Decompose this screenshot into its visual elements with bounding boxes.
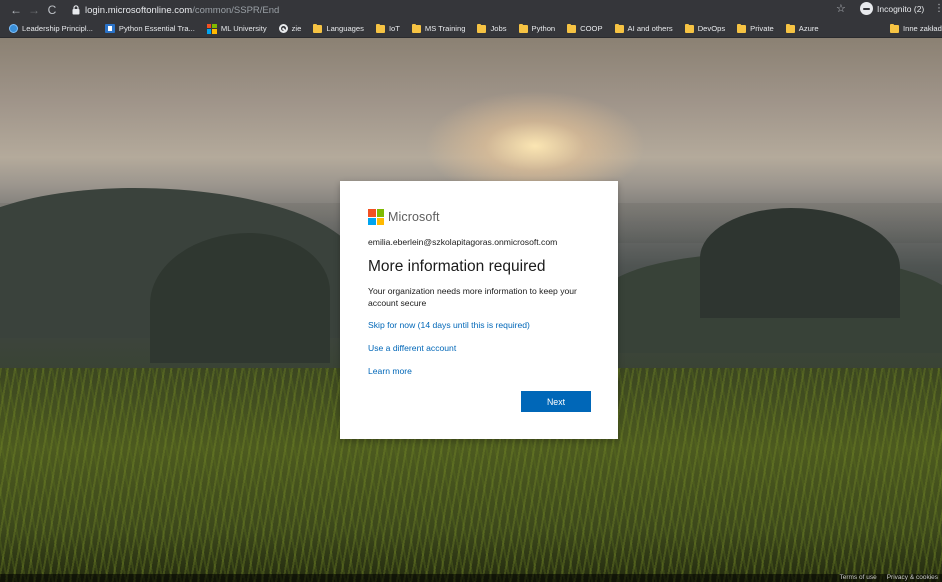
use-different-account-link[interactable]: Use a different account: [368, 343, 456, 353]
bookmark-label: MS Training: [424, 24, 466, 33]
bookmark-folder[interactable]: Azure: [780, 20, 825, 38]
bookmark-label: Inne zakładki: [903, 24, 942, 33]
bookmarks-bar: Leadership Principl... Python Essential …: [0, 20, 942, 38]
brand-name: Microsoft: [388, 210, 440, 224]
bookmark-star-icon[interactable]: ☆: [836, 2, 846, 15]
folder-icon: [567, 23, 577, 33]
browser-toolbar: ← → C login.microsoftonline.com/common/S…: [0, 0, 942, 20]
folder-icon: [518, 23, 528, 33]
profile-label: Incognito (2): [877, 3, 925, 14]
bookmark-label: Python: [531, 24, 556, 33]
back-arrow-icon[interactable]: ←: [7, 1, 25, 19]
bookmark-folder[interactable]: COOP: [561, 20, 608, 38]
bookmark-label: ML University: [220, 24, 267, 33]
folder-icon: [614, 23, 624, 33]
bookmark-item[interactable]: zie: [273, 20, 308, 38]
learn-more-link[interactable]: Learn more: [368, 366, 412, 376]
footer-links: Terms of use Privacy & cookies: [839, 574, 938, 582]
folder-icon: [737, 23, 747, 33]
incognito-icon: [860, 2, 873, 15]
blocked-icon: [278, 24, 288, 33]
bookmark-item[interactable]: Python Essential Tra...: [99, 20, 201, 38]
other-bookmarks-folder[interactable]: Inne zakładki: [884, 20, 942, 38]
bookmark-label: Azure: [798, 24, 819, 33]
account-identity: emilia.eberlein@szkolapitagoras.onmicros…: [368, 237, 558, 247]
python-course-icon: [104, 24, 115, 33]
bookmark-folder[interactable]: IoT: [370, 20, 406, 38]
bookmark-item[interactable]: Leadership Principl...: [0, 20, 99, 38]
forward-arrow-icon[interactable]: →: [25, 1, 43, 19]
more-menu-icon[interactable]: ⋮: [934, 3, 942, 14]
profile-button[interactable]: Incognito (2): [860, 2, 924, 15]
bookmark-label: Jobs: [490, 24, 507, 33]
url-host: login.microsoftonline.com: [85, 4, 193, 16]
bookmark-label: IoT: [388, 24, 400, 33]
microsoft-brand: Microsoft: [368, 209, 440, 225]
bookmark-label: AI and others: [627, 24, 673, 33]
bookmark-folder[interactable]: MS Training: [406, 20, 472, 38]
folder-icon: [785, 23, 795, 33]
bookmark-label: Python Essential Tra...: [118, 24, 195, 33]
bookmark-folder[interactable]: AI and others: [609, 20, 679, 38]
bookmark-folder[interactable]: DevOps: [679, 20, 731, 38]
bookmark-label: Leadership Principl...: [22, 24, 93, 33]
folder-icon: [375, 23, 385, 33]
more-info-dialog: Microsoft emilia.eberlein@szkolapitagora…: [340, 181, 618, 439]
page-title: More information required: [368, 258, 546, 275]
footer-bar: [0, 574, 942, 582]
bookmark-label: zie: [291, 24, 302, 33]
bookmark-label: COOP: [580, 24, 603, 33]
folder-icon: [313, 23, 323, 33]
address-bar[interactable]: login.microsoftonline.com/common/SSPR/En…: [71, 2, 279, 18]
bookmark-folder[interactable]: Languages: [307, 20, 370, 38]
bookmark-label: Languages: [326, 24, 364, 33]
folder-icon: [890, 23, 899, 33]
privacy-link[interactable]: Privacy & cookies: [887, 574, 938, 582]
description-text: Your organization needs more information…: [368, 286, 577, 308]
microsoft-logo-icon: [368, 209, 384, 225]
bookmark-label: DevOps: [697, 24, 726, 33]
skip-for-now-link[interactable]: Skip for now (14 days until this is requ…: [368, 320, 530, 330]
reload-icon[interactable]: C: [43, 1, 61, 19]
ms-squares-icon: [206, 23, 217, 34]
next-button[interactable]: Next: [521, 391, 591, 412]
folder-icon: [477, 23, 487, 33]
bookmark-folder[interactable]: Python: [513, 20, 562, 38]
folder-icon: [411, 23, 421, 33]
terms-link[interactable]: Terms of use: [839, 574, 876, 582]
globe-icon: [9, 24, 18, 33]
bookmark-label: Private: [750, 24, 774, 33]
lock-icon: [71, 4, 81, 16]
bookmark-folder[interactable]: Private: [731, 20, 780, 38]
url-path: /common/SSPR/End: [192, 4, 280, 16]
folder-icon: [684, 23, 694, 33]
bookmark-item[interactable]: ML University: [201, 20, 273, 38]
bookmark-folder[interactable]: Jobs: [471, 20, 512, 38]
